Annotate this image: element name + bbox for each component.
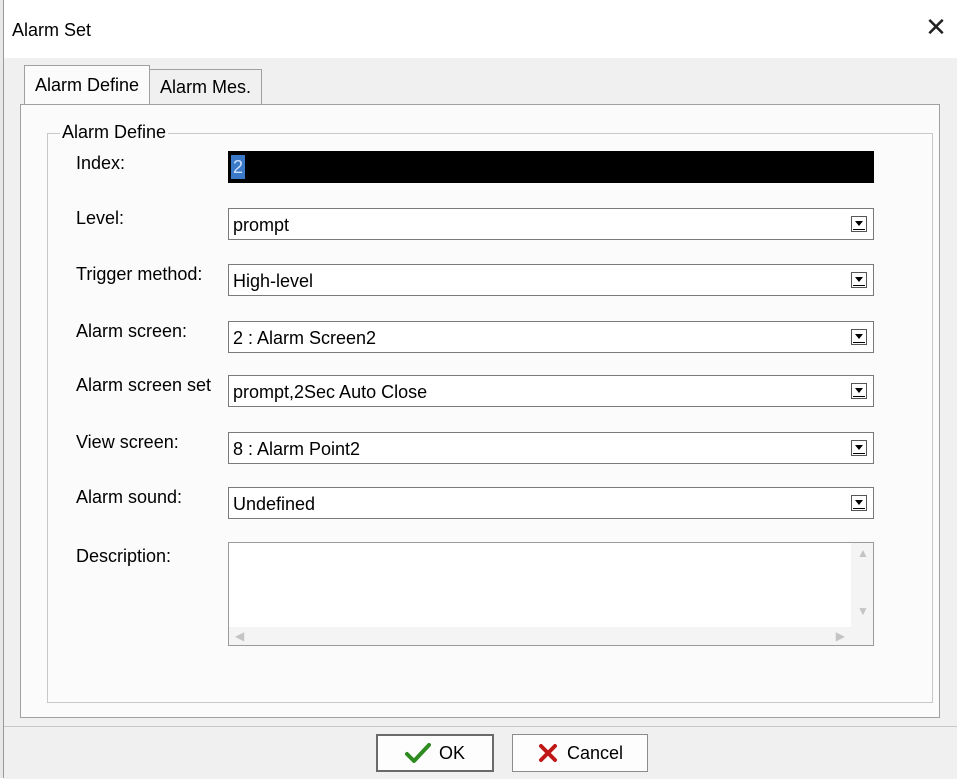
alarm-sound-label: Alarm sound:	[76, 487, 183, 507]
cross-icon	[538, 744, 557, 762]
description-label: Description:	[76, 546, 172, 566]
alarm-sound-value: Undefined	[233, 494, 316, 514]
dialog-footer: OK Cancel	[4, 726, 957, 779]
scrollbar-corner	[851, 627, 873, 645]
title-bar: Alarm Set ✕	[4, 0, 957, 58]
tab-strip: Alarm Define Alarm Mes.	[24, 65, 263, 104]
groupbox-legend: Alarm Define	[60, 122, 169, 143]
index-label: Index:	[76, 153, 126, 173]
cancel-button-label: Cancel	[566, 742, 624, 763]
chevron-down-icon[interactable]	[851, 440, 867, 456]
trigger-method-value: High-level	[233, 271, 314, 291]
alarm-sound-select[interactable]: Undefined	[228, 487, 874, 519]
tab-alarm-mes[interactable]: Alarm Mes.	[149, 69, 263, 104]
level-value: prompt	[233, 215, 290, 235]
level-label: Level:	[76, 208, 125, 228]
chevron-down-icon[interactable]	[851, 329, 867, 345]
cancel-button[interactable]: Cancel	[512, 734, 648, 772]
alarm-screen-label: Alarm screen:	[76, 321, 188, 341]
view-screen-label: View screen:	[76, 432, 179, 452]
checkmark-icon	[404, 743, 431, 763]
chevron-down-icon[interactable]	[851, 272, 867, 288]
horizontal-scrollbar[interactable]: ◀ ▶	[229, 627, 851, 645]
alarm-define-groupbox: Alarm Define Index: 2 Level: prompt Trig…	[47, 122, 933, 703]
level-select[interactable]: prompt	[228, 208, 874, 240]
dialog-client-area: Alarm Define Alarm Mes. Alarm Define Ind…	[4, 58, 957, 779]
view-screen-select[interactable]: 8 : Alarm Point2	[228, 432, 874, 464]
alarm-screen-set-select[interactable]: prompt,2Sec Auto Close	[228, 375, 874, 407]
close-button[interactable]: ✕	[921, 12, 951, 42]
tab-page-alarm-define: Alarm Define Index: 2 Level: prompt Trig…	[20, 104, 940, 718]
trigger-method-select[interactable]: High-level	[228, 264, 874, 296]
scroll-up-icon[interactable]: ▲	[857, 547, 869, 559]
alarm-screen-value: 2 : Alarm Screen2	[233, 328, 377, 348]
vertical-scrollbar[interactable]: ▲ ▼	[851, 543, 873, 627]
alarm-screen-set-value: prompt,2Sec Auto Close	[233, 382, 428, 402]
view-screen-value: 8 : Alarm Point2	[233, 439, 361, 459]
trigger-method-label: Trigger method:	[76, 264, 203, 284]
index-field[interactable]: 2	[228, 151, 874, 183]
ok-button-label: OK	[438, 742, 465, 763]
scroll-down-icon[interactable]: ▼	[857, 605, 869, 617]
description-textarea[interactable]: ▲ ▼ ◀ ▶	[228, 542, 874, 646]
window-title: Alarm Set	[12, 20, 92, 40]
ok-button[interactable]: OK	[376, 734, 494, 772]
alarm-screen-set-label: Alarm screen set	[76, 375, 212, 395]
index-value: 2	[231, 155, 246, 179]
chevron-down-icon[interactable]	[851, 216, 867, 232]
chevron-down-icon[interactable]	[851, 383, 867, 399]
chevron-down-icon[interactable]	[851, 495, 867, 511]
tab-alarm-define[interactable]: Alarm Define	[24, 65, 151, 104]
scroll-left-icon[interactable]: ◀	[235, 630, 244, 642]
alarm-screen-select[interactable]: 2 : Alarm Screen2	[228, 321, 874, 353]
scroll-right-icon[interactable]: ▶	[836, 630, 845, 642]
